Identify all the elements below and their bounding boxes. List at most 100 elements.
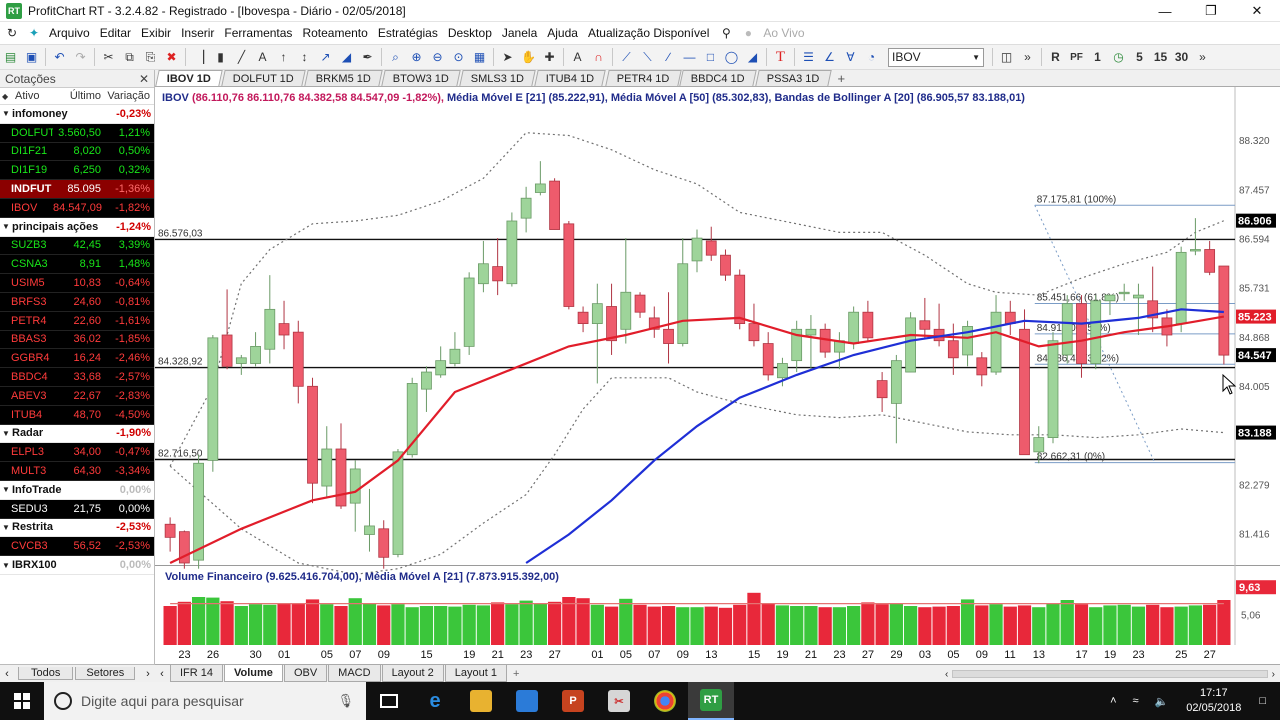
symbol-select[interactable]: IBOV ▼ [888, 47, 984, 67]
volume-bar[interactable] [661, 606, 676, 645]
candle-down[interactable] [492, 266, 504, 282]
volume-bar[interactable] [248, 604, 263, 645]
volume-bar[interactable] [804, 606, 818, 645]
volume-bar[interactable] [690, 607, 704, 645]
period-30-label[interactable]: 30 [1172, 48, 1191, 67]
candle-up[interactable] [905, 317, 916, 373]
candle-up[interactable] [1133, 294, 1144, 299]
quote-row[interactable]: SUZB3 42,45 3,39% [0, 236, 154, 256]
paste-icon[interactable]: ⎘ [141, 48, 160, 67]
candle-up[interactable] [990, 311, 1002, 373]
text-t-icon[interactable]: T [771, 48, 790, 67]
zoom-in-icon[interactable]: ⊕ [407, 48, 426, 67]
quote-row[interactable]: DI1F19 6,250 0,32% [0, 161, 154, 181]
volume-bar[interactable] [960, 599, 975, 645]
more-right-icon[interactable]: » [1193, 48, 1212, 67]
volume-bar[interactable] [177, 601, 191, 645]
copy-icon[interactable]: ⧉ [120, 48, 139, 67]
candle-up[interactable] [250, 345, 261, 364]
hline-icon[interactable]: ― [680, 48, 699, 67]
volume-bar[interactable] [476, 605, 491, 645]
candle-down[interactable] [1204, 249, 1216, 273]
candle-up[interactable] [520, 197, 532, 219]
ellipse-icon[interactable]: ◯ [722, 48, 741, 67]
candle-up[interactable] [449, 348, 461, 364]
volume-bar[interactable] [718, 607, 733, 645]
tab-ifr14[interactable]: IFR 14 [170, 665, 224, 682]
crosshair-icon[interactable]: ✚ [540, 48, 559, 67]
volume-bar[interactable] [1160, 607, 1174, 645]
layout-icon[interactable]: ◫ [997, 48, 1016, 67]
profitchart-taskbar-icon[interactable]: RT [688, 682, 734, 720]
scroll-left-arrow-icon[interactable]: ‹ [945, 669, 948, 680]
zoom-icon[interactable]: ⌕ [386, 48, 405, 67]
quote-row[interactable]: DOLFUT 3.560,50 1,21% [0, 123, 154, 143]
text-tool-icon[interactable]: A [568, 48, 587, 67]
candle-down[interactable] [563, 223, 575, 307]
scroll-right-arrow-icon[interactable]: › [1272, 669, 1275, 680]
volume-bar[interactable] [220, 601, 234, 645]
windows-start-icon[interactable] [0, 682, 44, 720]
candle-down[interactable] [1218, 265, 1230, 356]
volume-bar[interactable] [847, 606, 861, 645]
candle-down[interactable] [748, 323, 760, 342]
add-layout-icon[interactable]: + [513, 668, 519, 680]
scroll-left-icon[interactable]: ‹ [155, 668, 169, 680]
quote-row[interactable]: DI1F21 8,020 0,50% [0, 142, 154, 162]
volume-bar[interactable] [1074, 604, 1089, 645]
channel-icon[interactable]: ∕ [659, 48, 678, 67]
candle-up[interactable] [364, 525, 375, 535]
candle-up[interactable] [848, 311, 860, 344]
cut-icon[interactable]: ✂ [99, 48, 118, 67]
menu-desktop[interactable]: Desktop [443, 26, 497, 40]
volume-bar[interactable] [818, 607, 832, 645]
andrews-icon[interactable]: ∀ [841, 48, 860, 67]
volume-bar[interactable] [1060, 600, 1074, 645]
candle-down[interactable] [919, 320, 931, 330]
collapse-triangle-icon[interactable]: ▼ [2, 485, 12, 494]
hand-icon[interactable]: ✋ [519, 48, 538, 67]
candle-up[interactable] [392, 451, 404, 555]
candle-down[interactable] [1019, 328, 1030, 456]
volume-bar[interactable] [462, 604, 476, 645]
collapse-triangle-icon[interactable]: ▼ [2, 561, 12, 570]
volume-bar[interactable] [875, 604, 889, 645]
add-tab-icon[interactable]: + [837, 71, 845, 86]
triangle-icon[interactable]: ◢ [743, 48, 762, 67]
quote-group[interactable]: ▼ InfoTrade 0,00% [0, 480, 154, 500]
menu-editar[interactable]: Editar [95, 26, 136, 40]
volume-bar[interactable] [1131, 606, 1146, 645]
tray-chevron-icon[interactable]: ˄ [1110, 695, 1116, 707]
quote-row[interactable]: CSNA3 8,91 1,48% [0, 255, 154, 275]
volume-bar[interactable] [989, 604, 1003, 645]
quote-group[interactable]: ▼ principais ações -1,24% [0, 217, 154, 237]
candle-up[interactable] [264, 308, 276, 350]
collapse-triangle-icon[interactable]: ▼ [2, 109, 12, 118]
volume-bar[interactable] [1003, 606, 1017, 645]
volume-bar[interactable] [1217, 600, 1231, 645]
volume-bar[interactable] [448, 606, 462, 645]
volume-bar[interactable] [377, 605, 391, 645]
quote-row[interactable]: SEDU3 21,75 0,00% [0, 499, 154, 519]
volume-bar[interactable] [1017, 605, 1032, 645]
volume-bar[interactable] [1188, 605, 1203, 645]
menu-exibir[interactable]: Exibir [136, 26, 176, 40]
candle-down[interactable] [762, 343, 774, 376]
quote-group[interactable]: ▼ IBRX100 0,00% [0, 556, 154, 575]
close-panel-icon[interactable]: ✕ [139, 72, 149, 86]
notification-icon[interactable]: □ [1259, 695, 1266, 707]
volume-bar[interactable] [1146, 604, 1160, 645]
candle-up[interactable] [677, 263, 689, 344]
volume-bar[interactable] [1046, 603, 1060, 645]
candle-up[interactable] [478, 263, 489, 285]
candle-up[interactable] [1118, 291, 1130, 295]
volume-bar[interactable] [747, 592, 761, 645]
candle-up[interactable] [777, 363, 788, 379]
volume-bar[interactable] [391, 604, 405, 645]
chart-area[interactable]: IBOV (86.110,76 86.110,76 84.382,58 84.5… [155, 87, 1280, 664]
volume-bar[interactable] [647, 606, 661, 645]
indicator-icon[interactable]: ↑ [274, 48, 293, 67]
col-ativo[interactable]: Ativo [8, 90, 53, 102]
period-15-label[interactable]: 15 [1151, 48, 1170, 67]
quote-row[interactable]: CVCB3 56,52 -2,53% [0, 537, 154, 557]
